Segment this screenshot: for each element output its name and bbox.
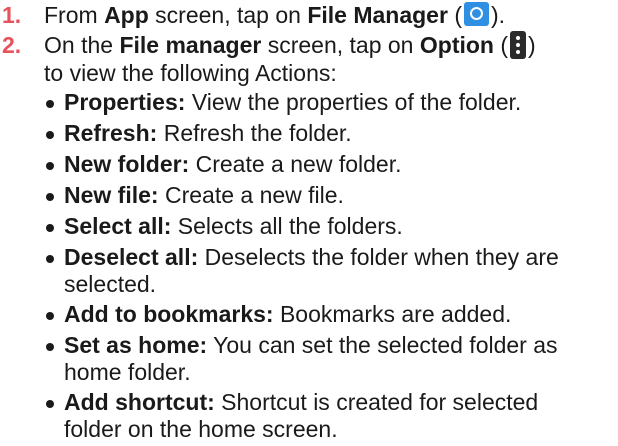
step-2-line-2: to view the following Actions: <box>44 60 337 86</box>
list-item: Deselect all: Deselects the folder when … <box>0 244 612 298</box>
action-description: Bookmarks are added. <box>273 301 512 327</box>
option-menu-icon <box>510 31 527 59</box>
step-number: 1. <box>2 2 22 28</box>
step-text: ) <box>528 32 536 58</box>
list-item: New file: Create a new file. <box>0 182 612 209</box>
action-term: New file: <box>64 182 159 208</box>
option-label: Option <box>419 32 494 58</box>
list-item: Properties: View the properties of the f… <box>0 89 612 116</box>
action-description: Selects all the folders. <box>171 213 403 239</box>
list-item: Refresh: Refresh the folder. <box>0 120 612 147</box>
list-item: Add to bookmarks: Bookmarks are added. <box>0 301 612 328</box>
bullet-dot <box>46 100 54 108</box>
step-text: screen, tap on <box>148 2 308 28</box>
file-manager-app-icon <box>464 2 489 26</box>
action-term: Set as home: <box>64 332 208 358</box>
action-term: New folder: <box>64 151 190 177</box>
bullet-dot <box>46 193 54 201</box>
action-term: Select all: <box>64 213 172 239</box>
action-description: Refresh the folder. <box>157 120 352 146</box>
list-item: Select all: Selects all the folders. <box>0 213 612 240</box>
bullet-dot <box>46 162 54 170</box>
step-number: 2. <box>2 32 22 58</box>
step-text: From <box>44 2 105 28</box>
step-2-line-1: On the File manager screen, tap on Optio… <box>44 31 536 59</box>
action-term: Refresh: <box>64 120 158 146</box>
list-item: Set as home: You can set the selected fo… <box>0 332 612 386</box>
action-term: Properties: <box>64 89 186 115</box>
action-description: View the properties of the folder. <box>185 89 522 115</box>
actions-list: Properties: View the properties of the f… <box>0 89 612 446</box>
action-term: Deselect all: <box>64 244 199 270</box>
list-item: Add shortcut: Shortcut is created for se… <box>0 389 612 443</box>
step-text: screen, tap on <box>261 32 420 58</box>
action-description: Create a new file. <box>158 182 344 208</box>
bullet-dot <box>46 255 54 263</box>
bullet-dot <box>46 131 54 139</box>
bullet-dot <box>46 224 54 232</box>
bullet-dot <box>46 400 54 408</box>
file-manager-label: File Manager <box>307 2 448 28</box>
action-description: Create a new folder. <box>189 151 402 177</box>
step-text: On the <box>44 32 120 58</box>
bullet-dot <box>46 343 54 351</box>
step-1-line: From App screen, tap on File Manager (). <box>44 1 505 29</box>
bullet-dot <box>46 312 54 320</box>
action-term: Add to bookmarks: <box>64 301 274 327</box>
file-manager-screen-label: File manager <box>119 32 262 58</box>
list-item: New folder: Create a new folder. <box>0 151 612 178</box>
step-text: ( <box>493 32 509 58</box>
step-text: ). <box>491 2 506 28</box>
step-text: ( <box>447 2 462 28</box>
action-term: Add shortcut: <box>64 389 215 415</box>
app-screen-label: App <box>104 2 149 28</box>
